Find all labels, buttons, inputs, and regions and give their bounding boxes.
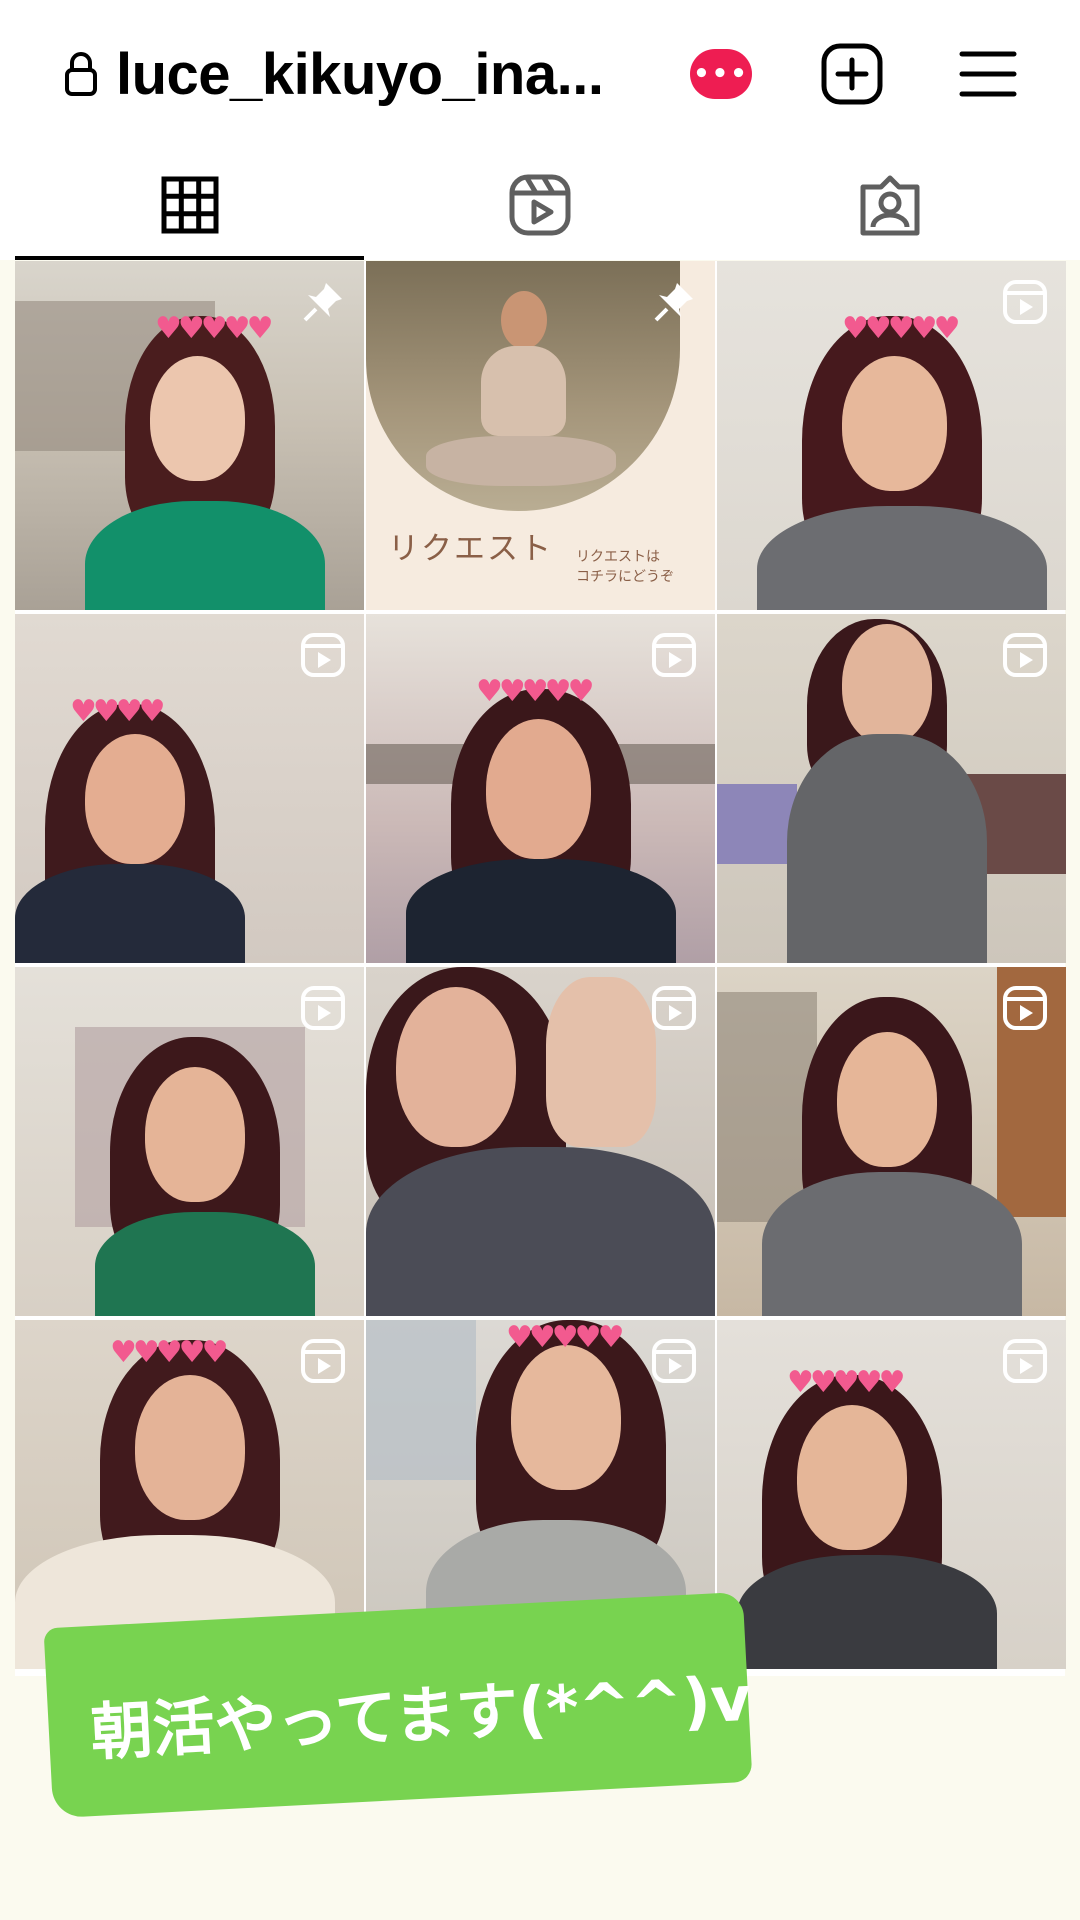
reel-icon [652, 1339, 696, 1383]
reel-icon [1003, 280, 1047, 324]
tagged-icon [860, 175, 920, 236]
new-post-icon[interactable] [820, 42, 884, 106]
post-tile[interactable]: ♥♥♥♥ [15, 614, 364, 963]
request-subtitle-line2: コチラにどうぞ [576, 569, 674, 585]
heart-filter: ♥♥♥♥♥ [842, 311, 961, 346]
heart-filter: ♥♥♥♥ [70, 694, 166, 729]
heart-filter: ♥♥♥♥♥ [476, 674, 595, 709]
heart-filter: ♥♥♥♥♥ [506, 1320, 625, 1355]
request-title: リクエスト [388, 531, 553, 567]
heart-filter: ♥♥♥♥♥ [787, 1365, 906, 1400]
reel-icon [652, 633, 696, 677]
reel-icon [1003, 1339, 1047, 1383]
reel-icon [1003, 633, 1047, 677]
tab-tagged[interactable] [710, 150, 1070, 260]
post-tile[interactable] [717, 967, 1066, 1316]
post-tile[interactable]: ♥♥♥♥♥ [717, 261, 1066, 610]
reel-icon [301, 633, 345, 677]
post-tile[interactable]: ♥♥♥♥♥ [366, 614, 715, 963]
tab-posts-grid[interactable] [10, 150, 370, 260]
post-tile[interactable]: ♥♥♥♥♥ [717, 1320, 1066, 1669]
menu-icon[interactable] [958, 48, 1018, 100]
post-tile[interactable] [15, 967, 364, 1316]
pin-icon [303, 283, 342, 322]
post-tile[interactable]: リクエスト リクエストは コチラにどうぞ [366, 261, 715, 610]
profile-header: luce_kikuyo_ina... ••• [0, 0, 1080, 150]
lock-icon [65, 52, 97, 96]
heart-filter: ♥♥♥♥♥ [155, 311, 274, 346]
request-subtitle-line1: リクエストは [576, 549, 660, 565]
reel-icon [301, 1339, 345, 1383]
profile-tabs [0, 150, 1080, 260]
posts-grid: ♥♥♥♥♥ リクエスト リクエストは コチラにどうぞ ♥♥♥♥♥ ♥♥♥♥ ♥♥… [15, 261, 1066, 1676]
notification-badge[interactable]: ••• [690, 49, 752, 99]
tab-reels[interactable] [360, 150, 720, 260]
reels-icon [509, 174, 571, 236]
reel-icon [301, 986, 345, 1030]
profile-username[interactable]: luce_kikuyo_ina... [116, 40, 604, 110]
post-tile[interactable] [366, 967, 715, 1316]
reel-icon [1003, 986, 1047, 1030]
heart-filter: ♥♥♥♥♥ [110, 1335, 229, 1370]
post-tile[interactable]: ♥♥♥♥♥ [15, 261, 364, 610]
grid-icon [161, 176, 219, 234]
badge-dots: ••• [693, 59, 749, 89]
pin-icon [654, 283, 693, 322]
post-tile[interactable] [717, 614, 1066, 963]
active-tab-indicator [15, 256, 364, 260]
reel-icon [652, 986, 696, 1030]
